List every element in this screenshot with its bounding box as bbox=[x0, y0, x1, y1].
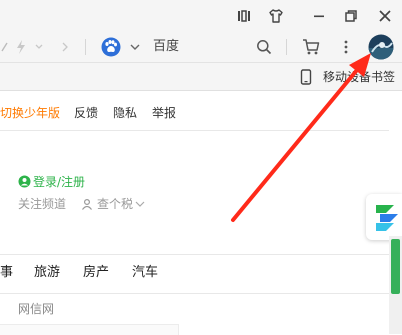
annotation-arrow bbox=[231, 53, 371, 222]
annotation-arrow-shaft bbox=[231, 68, 359, 222]
